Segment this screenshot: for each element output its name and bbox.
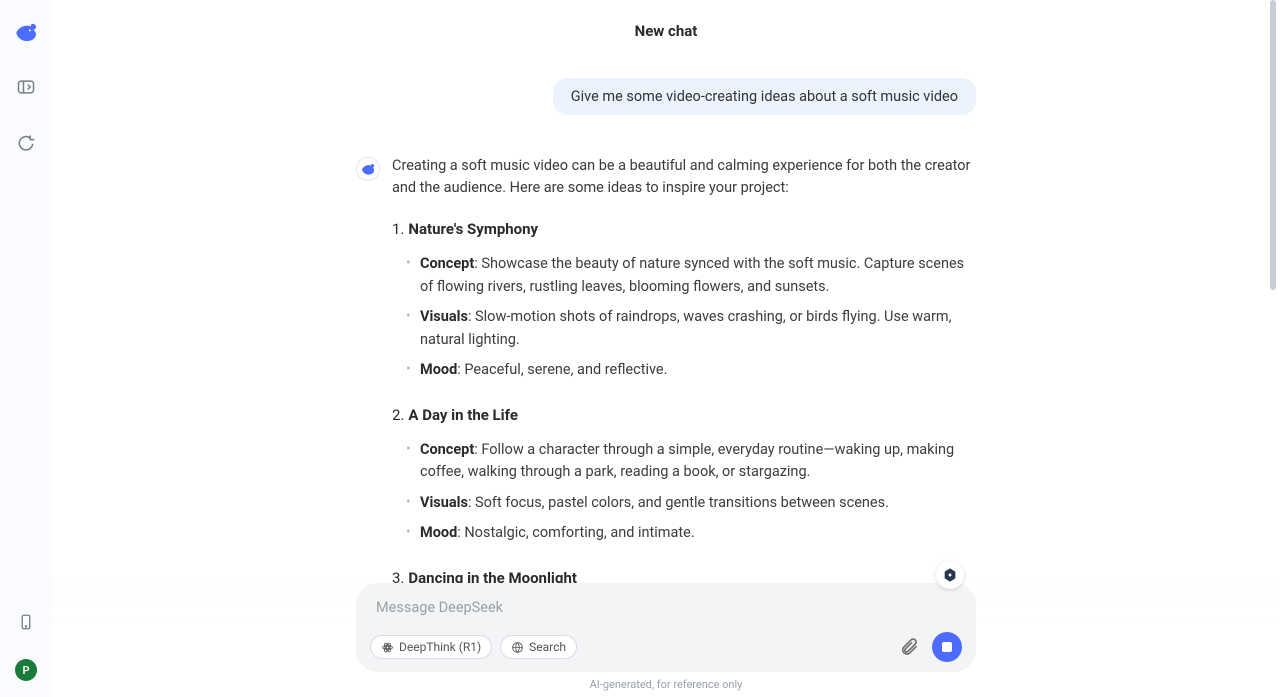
deepthink-toggle[interactable]: DeepThink (R1) bbox=[370, 635, 492, 659]
mobile-app-icon[interactable] bbox=[15, 611, 37, 633]
list-item: Visuals: Soft focus, pastel colors, and … bbox=[402, 492, 976, 514]
list-item: Concept: Follow a character through a si… bbox=[402, 439, 976, 484]
main-area: New chat Give me some video-creating ide… bbox=[52, 0, 1280, 697]
sidebar: P bbox=[0, 0, 52, 697]
assistant-badge-icon[interactable] bbox=[936, 561, 964, 589]
assistant-avatar-icon bbox=[356, 157, 380, 181]
stop-button[interactable] bbox=[932, 632, 962, 662]
chat-title: New chat bbox=[52, 0, 1280, 40]
user-message: Give me some video-creating ideas about … bbox=[553, 78, 976, 115]
scrollbar-thumb[interactable] bbox=[1270, 0, 1276, 290]
composer-area: DeepThink (R1) Search bbox=[52, 583, 1280, 697]
collapse-sidebar-icon[interactable] bbox=[15, 76, 37, 98]
stop-icon bbox=[942, 642, 952, 652]
section-list-2: Concept: Follow a character through a si… bbox=[402, 439, 976, 545]
composer: DeepThink (R1) Search bbox=[356, 583, 976, 672]
list-item: Mood: Peaceful, serene, and reflective. bbox=[402, 359, 976, 381]
attach-button[interactable] bbox=[896, 634, 922, 660]
search-label: Search bbox=[529, 640, 566, 654]
section-list-1: Concept: Showcase the beauty of nature s… bbox=[402, 253, 976, 381]
app-logo[interactable] bbox=[12, 18, 40, 46]
section-heading-2: 2.A Day in the Life bbox=[392, 404, 976, 427]
message-input[interactable] bbox=[370, 595, 962, 632]
user-avatar[interactable]: P bbox=[15, 659, 37, 681]
search-toggle[interactable]: Search bbox=[500, 635, 577, 659]
list-item: Mood: Nostalgic, comforting, and intimat… bbox=[402, 522, 976, 544]
section-heading-1: 1.Nature's Symphony bbox=[392, 218, 976, 241]
list-item: Concept: Showcase the beauty of nature s… bbox=[402, 253, 976, 298]
new-chat-icon[interactable] bbox=[15, 132, 37, 154]
ai-disclaimer: AI-generated, for reference only bbox=[590, 678, 743, 691]
list-item: Visuals: Slow-motion shots of raindrops,… bbox=[402, 306, 976, 351]
deepthink-label: DeepThink (R1) bbox=[399, 640, 481, 654]
assistant-intro: Creating a soft music video can be a bea… bbox=[392, 155, 976, 200]
